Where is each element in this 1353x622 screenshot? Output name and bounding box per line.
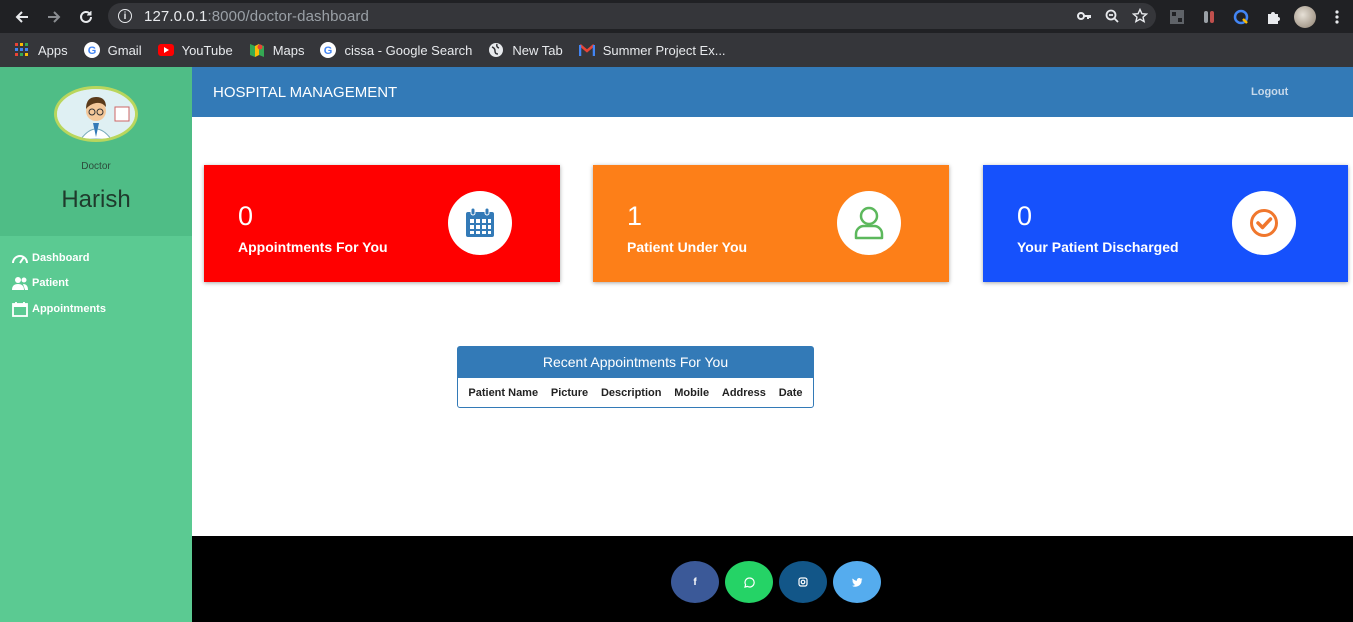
globe-icon [488, 42, 504, 58]
users-icon [12, 275, 28, 291]
column-header: Patient Name [468, 386, 539, 399]
doctor-role: Doctor [81, 161, 111, 172]
card-icon-circle [1232, 191, 1296, 255]
calendar-icon [466, 207, 494, 237]
bookmark-maps[interactable]: Maps [249, 42, 305, 58]
top-navbar: HOSPITAL MANAGEMENT Logout [192, 67, 1353, 117]
twitter-icon [851, 577, 862, 587]
svg-text:G: G [87, 45, 96, 57]
brand-title[interactable]: HOSPITAL MANAGEMENT [213, 84, 397, 101]
bookmark-new-tab[interactable]: New Tab [488, 42, 563, 58]
sidebar-item-label: Dashboard [32, 251, 90, 264]
key-icon[interactable] [1076, 8, 1092, 24]
bookmark-label: YouTube [181, 42, 233, 58]
user-icon [854, 206, 884, 240]
sidebar-item-patient[interactable]: Patient [0, 271, 192, 297]
back-button[interactable] [6, 0, 38, 33]
bookmark-summer-project[interactable]: Summer Project Ex... [578, 42, 726, 58]
gmail-icon [578, 42, 595, 58]
logout-link[interactable]: Logout [1251, 86, 1288, 98]
facebook-icon: f [693, 576, 697, 588]
sidebar-item-appointments[interactable]: Appointments [0, 296, 192, 322]
twitter-button[interactable] [833, 561, 881, 603]
card-discharged: 0 Your Patient Discharged [983, 165, 1348, 282]
table-header-row: Patient Name Picture Description Mobile … [458, 378, 813, 407]
menu-kebab-icon[interactable] [1326, 6, 1348, 28]
sidebar: Doctor Harish Dashboard Patient Appointm… [0, 67, 192, 622]
url-text: 127.0.0.1:8000/doctor-dashboard [144, 7, 369, 25]
column-header: Mobile [674, 386, 710, 399]
sidebar-item-label: Appointments [32, 302, 106, 315]
card-label: Patient Under You [627, 239, 748, 255]
card-value: 0 [238, 201, 254, 231]
arrow-right-icon [48, 10, 61, 23]
bookmark-label: New Tab [512, 42, 563, 58]
sidebar-item-label: Patient [32, 277, 69, 290]
extension-color-icon[interactable] [1198, 6, 1220, 28]
extensions-puzzle-icon[interactable] [1262, 6, 1284, 28]
youtube-icon [157, 42, 174, 58]
reload-button[interactable] [70, 0, 102, 33]
speedometer-icon [12, 250, 28, 266]
profile-avatar[interactable] [1294, 5, 1316, 28]
bookmark-label: Summer Project Ex... [602, 42, 726, 58]
column-header: Picture [550, 386, 589, 399]
column-header: Address [721, 386, 766, 399]
bookmark-gmail[interactable]: G Gmail [83, 42, 142, 58]
check-circle-icon [1250, 209, 1278, 237]
column-header: Description [600, 386, 662, 399]
extension-qr-icon[interactable] [1166, 6, 1188, 28]
bookmark-label: Apps [38, 42, 68, 58]
page: Doctor Harish Dashboard Patient Appointm… [0, 67, 1353, 622]
calendar-icon [12, 301, 28, 317]
svg-text:G: G [324, 45, 333, 57]
doctor-profile: Doctor Harish [0, 67, 192, 236]
bookmarks-bar: Apps G Gmail YouTube Maps G cissa - Goog… [0, 33, 1353, 67]
card-icon-circle [448, 191, 512, 255]
instagram-button[interactable] [779, 561, 827, 603]
doctor-avatar [54, 86, 138, 142]
forward-button[interactable] [38, 0, 70, 33]
bookmark-label: cissa - Google Search [344, 42, 473, 58]
column-header: Date [778, 386, 803, 399]
recent-appointments-panel: Recent Appointments For You Patient Name… [457, 346, 814, 408]
doctor-name: Harish [61, 186, 131, 213]
panel-title: Recent Appointments For You [458, 347, 813, 378]
google-icon: G [83, 42, 100, 58]
instagram-icon [798, 577, 808, 587]
footer: f [192, 536, 1353, 622]
sidebar-item-dashboard[interactable]: Dashboard [0, 245, 192, 271]
bookmark-cissa-search[interactable]: G cissa - Google Search [320, 42, 472, 58]
card-value: 1 [627, 201, 643, 231]
maps-icon [249, 42, 265, 58]
card-label: Appointments For You [238, 239, 388, 255]
site-info-icon[interactable]: i [118, 9, 132, 23]
card-patients: 1 Patient Under You [593, 165, 949, 282]
arrow-left-icon [15, 10, 28, 23]
card-appointments: 0 Appointments For You [204, 165, 560, 282]
google-icon: G [320, 42, 337, 58]
sidebar-menu: Dashboard Patient Appointments [0, 236, 192, 322]
address-bar[interactable]: i 127.0.0.1:8000/doctor-dashboard [108, 3, 1156, 29]
apps-grid-icon [14, 42, 30, 58]
bookmark-label: Gmail [107, 42, 142, 58]
bookmark-label: Maps [272, 42, 305, 58]
extension-q-icon[interactable] [1230, 6, 1252, 28]
card-value: 0 [1017, 201, 1033, 231]
zoom-icon[interactable] [1104, 8, 1120, 24]
facebook-button[interactable]: f [671, 561, 719, 603]
whatsapp-icon [743, 576, 755, 588]
whatsapp-button[interactable] [725, 561, 773, 603]
bookmark-apps[interactable]: Apps [14, 42, 68, 58]
card-label: Your Patient Discharged [1017, 239, 1179, 255]
card-icon-circle [837, 191, 901, 255]
browser-toolbar: i 127.0.0.1:8000/doctor-dashboard [0, 0, 1353, 33]
reload-icon [80, 10, 92, 23]
bookmark-youtube[interactable]: YouTube [157, 42, 233, 58]
star-icon[interactable] [1132, 8, 1148, 24]
